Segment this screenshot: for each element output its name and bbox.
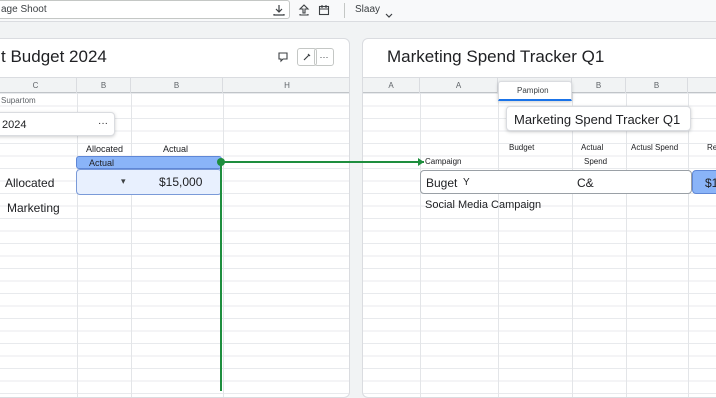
header-actual: Actual xyxy=(581,143,604,152)
text-cursor-icon: Y xyxy=(463,177,470,188)
year-value: 2024 xyxy=(2,119,27,131)
column-label-actual: Actual xyxy=(163,144,189,154)
more-options-icon[interactable]: ··· xyxy=(98,118,108,129)
column-label-allocated: Allocated xyxy=(86,144,124,154)
selected-cell-value: $1 xyxy=(705,176,716,190)
selected-range-label: Actual xyxy=(89,158,115,168)
comment-icon[interactable] xyxy=(273,48,293,66)
search-input[interactable]: age Shoot xyxy=(0,0,290,19)
header-budget: Budget xyxy=(509,143,535,152)
mode-menu-label[interactable]: Slaay xyxy=(355,4,380,15)
tab-campaign[interactable]: Pampion xyxy=(498,81,572,101)
allocated-value: $15,000 xyxy=(159,175,203,189)
grid-column-line xyxy=(572,93,573,397)
toolbar-divider xyxy=(344,3,345,18)
row-label-allocated: Allocated xyxy=(5,176,55,190)
row-label-marketing: Marketing xyxy=(7,201,60,215)
chevron-down-icon[interactable] xyxy=(385,6,393,24)
selected-cell[interactable]: $1 xyxy=(692,170,716,194)
column-header[interactable]: C xyxy=(0,78,77,93)
selected-range-header[interactable]: Actual xyxy=(76,156,222,169)
column-header[interactable]: B xyxy=(77,78,131,93)
header-campaign: Campaign xyxy=(425,157,462,166)
column-header[interactable]: A xyxy=(420,78,498,93)
campaign-input-row[interactable]: Buget Y C& xyxy=(420,170,692,194)
sheet-grid xyxy=(0,93,349,397)
grid-column-line xyxy=(223,93,224,397)
selected-cell-range[interactable]: ▾ $15,000 xyxy=(76,169,222,195)
cell-code: C& xyxy=(577,176,594,190)
column-header[interactable]: B xyxy=(572,78,626,93)
column-header[interactable]: H xyxy=(223,78,349,93)
header-spend: Spend xyxy=(584,157,608,166)
page-title: t Budget 2024 xyxy=(1,47,107,66)
grid-column-line xyxy=(498,93,499,397)
column-header-row: C B B H xyxy=(0,77,349,93)
column-header[interactable]: B xyxy=(131,78,223,93)
connector-handle[interactable] xyxy=(217,158,225,166)
tab-label: Pampion xyxy=(517,86,549,95)
row-campaign: Social Media Campaign xyxy=(425,199,542,211)
title-popup[interactable]: Marketing Spend Tracker Q1 xyxy=(506,106,691,131)
column-header[interactable]: B xyxy=(626,78,688,93)
spend-tracker-panel: Marketing Spend Tracker Q1 A A B B B Pam… xyxy=(362,38,716,398)
page-title: Marketing Spend Tracker Q1 xyxy=(387,47,605,66)
column-header[interactable]: A xyxy=(363,78,420,93)
year-popup[interactable]: 2024 ··· xyxy=(0,112,115,136)
link-connector-line xyxy=(220,161,222,391)
calendar-icon[interactable] xyxy=(317,3,331,17)
share-icon[interactable] xyxy=(297,3,311,17)
top-toolbar: age Shoot Slaay xyxy=(0,0,716,22)
grid-column-line xyxy=(77,93,78,397)
download-icon[interactable] xyxy=(272,3,286,17)
grid-column-line xyxy=(131,93,132,397)
grid-column-line xyxy=(420,93,421,397)
search-input-text: age Shoot xyxy=(1,4,47,15)
campaign-input-text[interactable]: Buget xyxy=(426,176,457,190)
row-label: Supartom xyxy=(1,96,36,105)
chevron-down-icon[interactable]: ▾ xyxy=(121,176,126,187)
more-options-icon[interactable]: ··· xyxy=(314,48,334,66)
connector-arrow-icon xyxy=(418,158,424,166)
grid-column-line xyxy=(688,93,689,397)
budget-sheet-panel: t Budget 2024 ··· C B B H Supartom 2024 … xyxy=(0,38,350,398)
header-re: Re xyxy=(707,143,716,152)
header-actual-spend: Actusl Spend xyxy=(631,143,679,152)
title-popup-text: Marketing Spend Tracker Q1 xyxy=(514,112,681,127)
grid-column-line xyxy=(626,93,627,397)
link-connector-line xyxy=(220,161,424,163)
sheet-grid xyxy=(363,93,716,397)
